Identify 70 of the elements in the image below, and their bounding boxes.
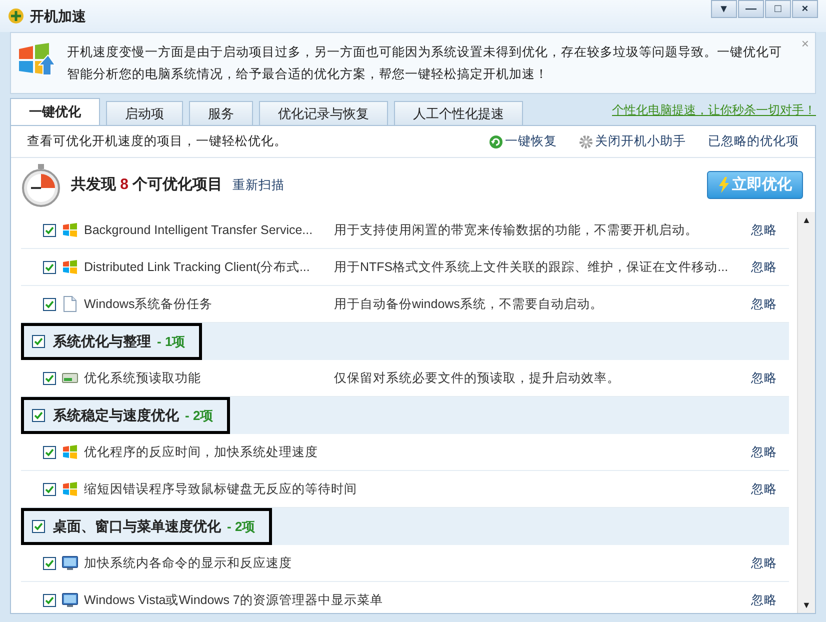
windows-flag-icon: [62, 222, 78, 238]
group-title: 桌面、窗口与菜单速度优化: [53, 517, 221, 536]
item-name: 缩短因错误程序导致鼠标键盘无反应的等待时间: [84, 480, 357, 498]
windows-flag-icon: [62, 481, 78, 497]
group-title: 系统优化与整理: [53, 332, 151, 351]
ignore-link[interactable]: 忽略: [751, 294, 777, 314]
tab[interactable]: 服务: [189, 101, 253, 125]
window-control-button[interactable]: ▾: [711, 0, 737, 18]
hint-text: 查看可优化开机速度的项目，一键轻松优化。: [27, 133, 287, 150]
item-name: Background Intelligent Transfer Service...: [84, 222, 314, 239]
checkbox[interactable]: [43, 482, 56, 496]
rescan-link[interactable]: 重新扫描: [232, 176, 285, 194]
windows-flag-icon: [62, 259, 78, 275]
group-count: - 2项: [185, 406, 214, 425]
monitor-icon: [62, 556, 78, 570]
item-name: 优化程序的反应时间，加快系统处理速度: [84, 444, 319, 461]
group-count: - 1项: [157, 332, 186, 351]
item-description: 用于NTFS格式文件系统上文件关联的跟踪、维护，保证在文件移动...: [334, 258, 728, 276]
toolbar-link[interactable]: 已忽略的优化项: [708, 132, 799, 151]
monitor-icon: [62, 593, 78, 607]
item-description: 仅保留对系统必要文件的预读取，提升启动效率。: [334, 370, 620, 387]
toolbar-link[interactable]: 关闭开机小助手: [579, 132, 686, 151]
document-icon: [63, 296, 77, 312]
lightning-icon: [718, 177, 730, 193]
scroll-down-arrow[interactable]: ▼: [802, 597, 811, 613]
item-description: 用于自动备份windows系统，不需要自动启动。: [334, 296, 603, 313]
tab[interactable]: 一键优化: [10, 98, 100, 125]
ignore-link[interactable]: 忽略: [751, 442, 777, 462]
group-title: 系统稳定与速度优化: [53, 406, 179, 425]
toolbar-link[interactable]: 一键恢复: [489, 132, 557, 151]
tab[interactable]: 优化记录与恢复: [259, 101, 388, 125]
scroll-up-arrow[interactable]: ▲: [802, 212, 811, 228]
scrollbar[interactable]: ▲ ▼: [797, 212, 815, 613]
app-logo-icon: [8, 8, 24, 24]
checkbox[interactable]: [43, 556, 56, 570]
checkbox[interactable]: [43, 260, 56, 274]
item-description: 用于支持使用闲置的带宽来传输数据的功能，不需要开机启动。: [334, 222, 698, 239]
ignore-link[interactable]: 忽略: [751, 554, 777, 572]
group-count: - 2项: [227, 518, 256, 536]
checkbox[interactable]: [32, 409, 45, 422]
tab[interactable]: 启动项: [106, 101, 183, 125]
ignore-link[interactable]: 忽略: [751, 480, 777, 498]
tab[interactable]: 人工个性化提速: [394, 101, 523, 125]
gear-icon: [579, 134, 593, 148]
checkbox[interactable]: [43, 224, 56, 236]
window-control-button[interactable]: ×: [792, 0, 818, 18]
stopwatch-icon: [19, 163, 63, 207]
ignore-link[interactable]: 忽略: [751, 368, 777, 388]
window-control-button[interactable]: □: [765, 0, 791, 18]
checkbox[interactable]: [43, 372, 56, 384]
checkbox[interactable]: [32, 520, 45, 533]
item-name: 优化系统预读取功能: [84, 370, 202, 387]
checkbox[interactable]: [43, 298, 56, 310]
summary-text: 共发现 8 个可优化项目: [71, 174, 223, 195]
item-name: 加快系统内各命令的显示和反应速度: [84, 554, 293, 572]
ignore-link[interactable]: 忽略: [751, 258, 777, 276]
window-title: 开机加速: [30, 6, 86, 26]
undo-arrow-icon: [489, 134, 503, 148]
checkbox[interactable]: [43, 594, 56, 606]
checkbox[interactable]: [32, 335, 45, 348]
drive-icon: [62, 372, 78, 384]
ignore-link[interactable]: 忽略: [751, 590, 777, 610]
item-name: Distributed Link Tracking Client(分布式...: [84, 258, 311, 276]
item-name: Windows Vista或Windows 7的资源管理器中显示菜单: [84, 592, 383, 609]
ignore-link[interactable]: 忽略: [751, 220, 777, 240]
item-name: Windows系统备份任务: [84, 296, 214, 313]
info-text: 开机速度变慢一方面是由于启动项目过多，另一方面也可能因为系统设置未得到优化，存在较多垃圾等问题导致。一键优化可智能分析您的电脑系统情况，给予最合适的优化方案，帮您一键轻松搞定开机加速！: [67, 44, 783, 83]
windows-flag-icon: [62, 444, 78, 460]
checkbox[interactable]: [43, 446, 56, 458]
window-control-button[interactable]: —: [738, 0, 764, 18]
